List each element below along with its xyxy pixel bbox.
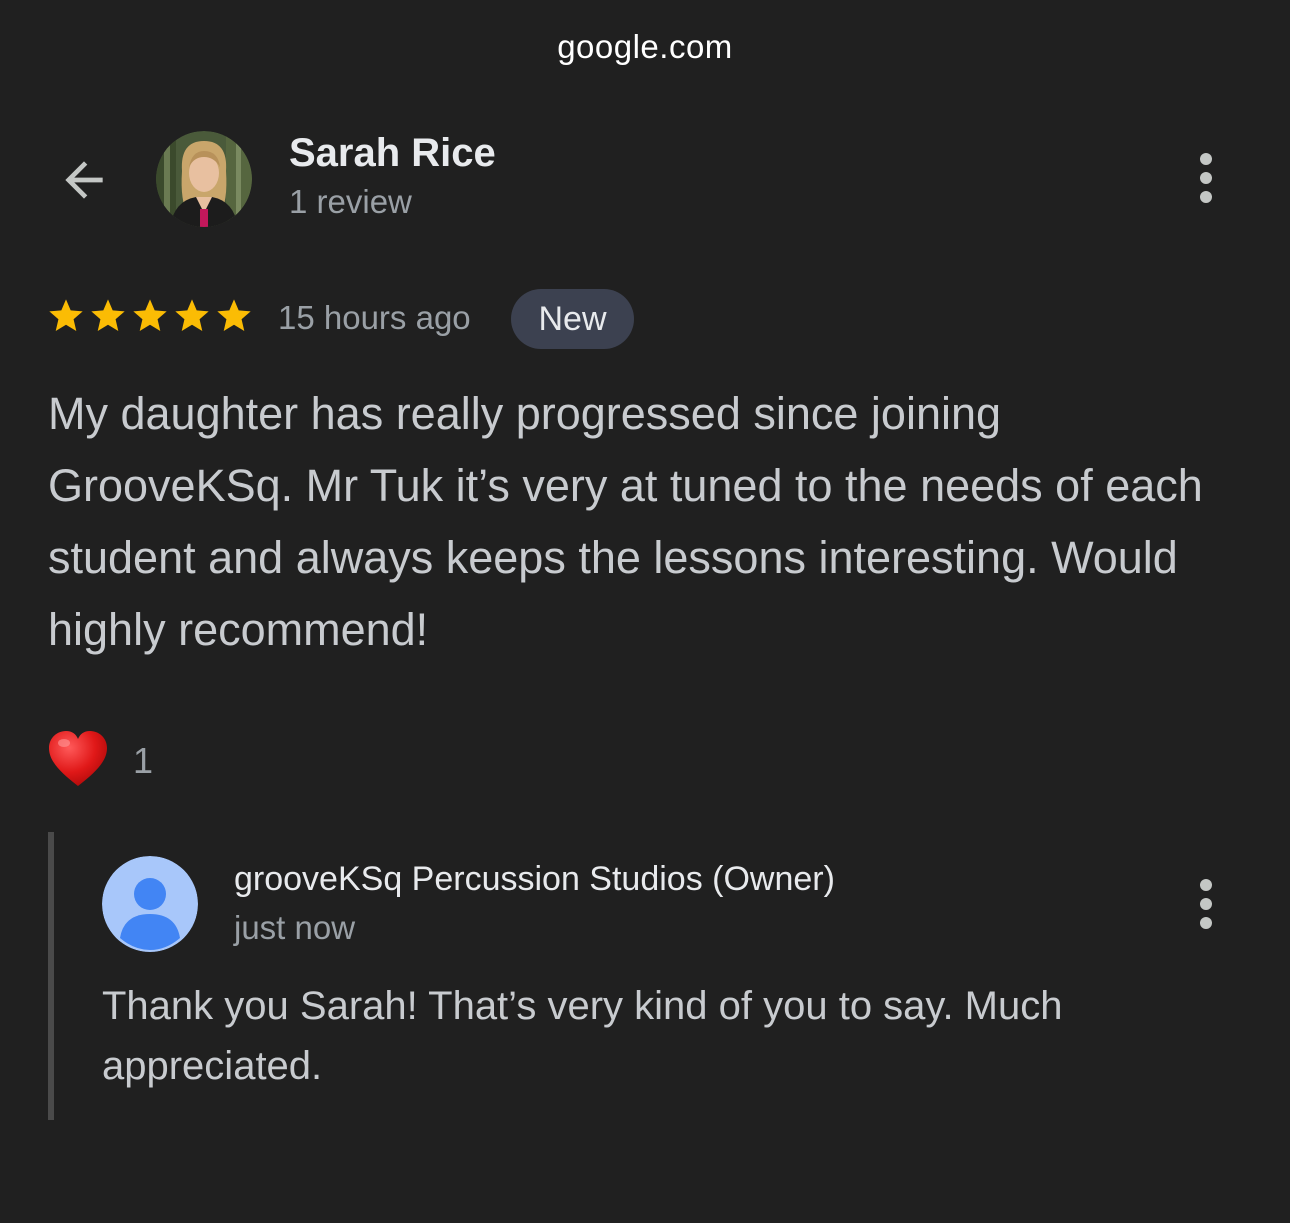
review-more-button[interactable] xyxy=(1186,148,1226,208)
owner-reply-text: Thank you Sarah! That’s very kind of you… xyxy=(102,984,1063,1088)
more-vert-icon-dot xyxy=(1200,191,1212,203)
heart-reaction-button[interactable] xyxy=(46,728,110,792)
reply-more-button[interactable] xyxy=(1186,874,1226,934)
reply-divider xyxy=(48,832,54,1120)
owner-name: grooveKSq Percussion Studios (Owner) xyxy=(234,860,835,898)
star-icon xyxy=(175,299,209,331)
star-icon xyxy=(133,299,167,331)
reaction-count: 1 xyxy=(133,740,154,781)
more-vert-icon-dot xyxy=(1200,172,1212,184)
new-badge: New xyxy=(511,289,634,349)
profile-photo-icon xyxy=(156,131,252,227)
back-arrow-icon xyxy=(65,161,103,199)
url-bar[interactable]: google.com xyxy=(0,28,1290,66)
default-person-avatar-icon xyxy=(102,856,198,952)
review-count: 1 review xyxy=(289,183,412,220)
more-vert-icon xyxy=(1200,879,1212,891)
more-vert-icon-dot xyxy=(1200,898,1212,910)
reviewer-avatar[interactable] xyxy=(156,131,252,227)
star-icon xyxy=(49,299,83,331)
star-icon xyxy=(217,299,251,331)
more-vert-icon xyxy=(1200,153,1212,165)
back-button[interactable] xyxy=(54,150,114,210)
review-text: My daughter has really progressed since … xyxy=(48,388,1203,655)
star-rating xyxy=(46,296,254,336)
owner-reply-time: just now xyxy=(234,909,356,946)
star-icon xyxy=(91,299,125,331)
owner-avatar[interactable] xyxy=(102,856,198,952)
review-time: 15 hours ago xyxy=(278,299,471,336)
reviewer-name[interactable]: Sarah Rice xyxy=(289,131,496,176)
more-vert-icon-dot xyxy=(1200,917,1212,929)
heart-icon xyxy=(49,731,107,786)
